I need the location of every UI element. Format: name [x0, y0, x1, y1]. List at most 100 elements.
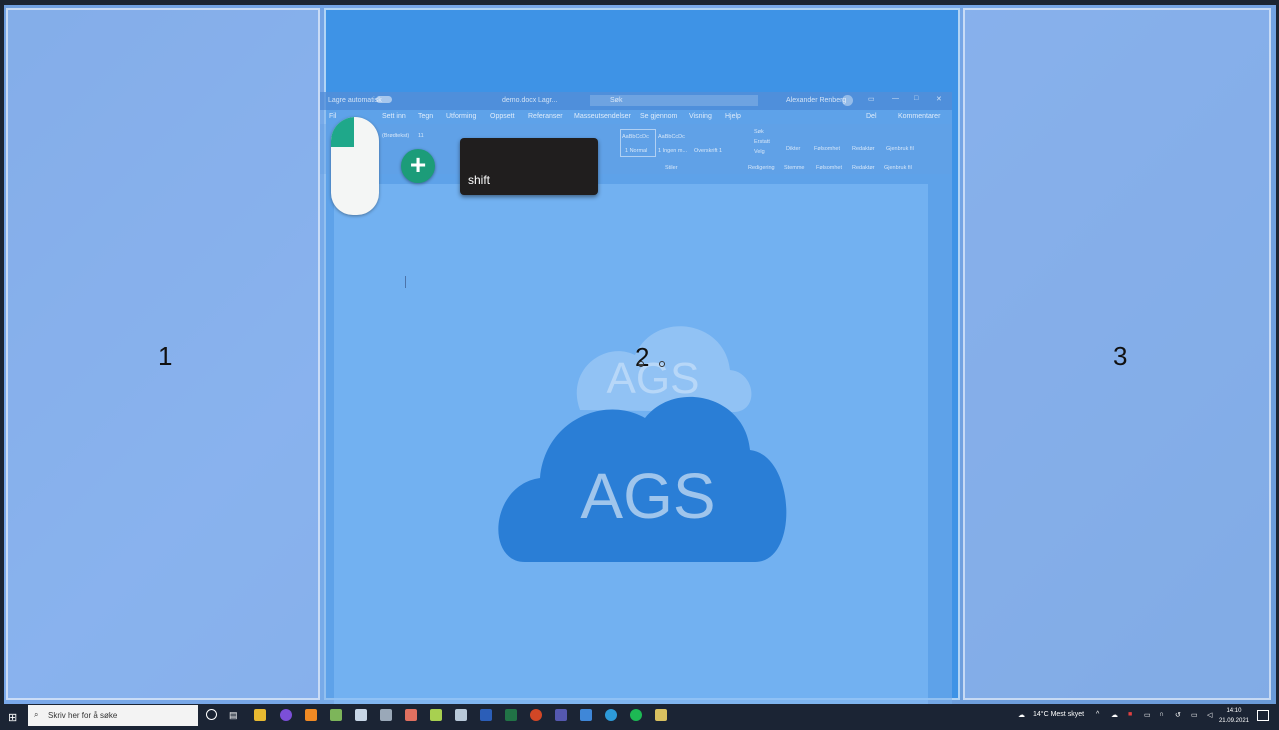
- windows-start-icon[interactable]: ⊞: [8, 711, 17, 724]
- network-icon[interactable]: ▭: [1191, 711, 1198, 719]
- group-editor-label: Redaktør: [852, 165, 875, 171]
- menu-design[interactable]: Utforming: [446, 113, 476, 120]
- app-grey-icon[interactable]: [380, 709, 392, 721]
- clock[interactable]: 14:10 21.09.2021: [1219, 706, 1249, 726]
- menu-draw[interactable]: Tegn: [418, 113, 433, 120]
- word-titlebar[interactable]: Lagre automatisk demo.docx Lagr... Søk A…: [320, 92, 952, 110]
- app-yellow-icon[interactable]: [655, 709, 667, 721]
- font-size-box[interactable]: 11: [418, 133, 424, 139]
- menu-layout[interactable]: Oppsett: [490, 113, 515, 120]
- zone-number-3: 3: [1113, 341, 1128, 371]
- app-silver-icon[interactable]: [455, 709, 467, 721]
- word-taskbar-icon[interactable]: [480, 709, 492, 721]
- menu-view[interactable]: Visning: [689, 113, 712, 120]
- app-lime-icon[interactable]: [430, 709, 442, 721]
- taskbar-search[interactable]: ⌕ Skriv her for å søke: [28, 705, 198, 726]
- edge-icon[interactable]: [605, 709, 617, 721]
- chevron-up-icon[interactable]: ^: [1096, 711, 1099, 718]
- zone-3[interactable]: 3: [963, 8, 1271, 700]
- tray-icon[interactable]: ↺: [1175, 711, 1181, 719]
- drag-handle-right[interactable]: [659, 361, 665, 367]
- zone-number-2: 2: [635, 342, 650, 372]
- autosave-label: Lagre automatisk: [328, 97, 382, 104]
- menu-help[interactable]: Hjelp: [725, 113, 741, 120]
- group-voice-label: Stemme: [784, 165, 805, 171]
- maximize-icon[interactable]: □: [914, 95, 918, 102]
- group-styles-label: Stiler: [665, 165, 678, 171]
- menu-references[interactable]: Referanser: [528, 113, 563, 120]
- key-indicator: shift: [460, 138, 598, 195]
- app-red-icon[interactable]: [405, 709, 417, 721]
- notification-icon[interactable]: [1257, 710, 1269, 721]
- select-button[interactable]: Velg: [754, 149, 765, 155]
- headset-icon[interactable]: ∩: [1159, 711, 1164, 718]
- taskbar-search-placeholder: Skriv her for å søke: [48, 711, 118, 720]
- taskbar: ⊞ ⌕ Skriv her for å søke ▤ ☁ 14°C Mest s…: [0, 704, 1279, 730]
- ags-logo: AGS AGS: [498, 326, 787, 562]
- tray-icon[interactable]: ▭: [1144, 711, 1151, 719]
- menu-insert[interactable]: Sett inn: [382, 113, 406, 120]
- app-green-icon[interactable]: [330, 709, 342, 721]
- key-label: shift: [468, 173, 491, 187]
- style-normal-sample: AaBbCcDc: [622, 134, 649, 140]
- share-button[interactable]: Del: [866, 113, 877, 120]
- find-button[interactable]: Søk: [754, 129, 764, 135]
- spotify-icon[interactable]: [630, 709, 642, 721]
- autosave-toggle[interactable]: [376, 96, 392, 103]
- close-icon[interactable]: ✕: [936, 95, 942, 103]
- cortana-icon[interactable]: [206, 709, 217, 720]
- style-nospacing-sample: AaBbCcDc: [658, 134, 685, 140]
- search-icon: ⌕: [34, 710, 39, 719]
- menu-file[interactable]: Fil: [329, 113, 336, 120]
- word-menu-bar: Fil Sett inn Tegn Utforming Oppsett Refe…: [320, 110, 952, 124]
- app-light-icon[interactable]: [355, 709, 367, 721]
- file-explorer-icon[interactable]: [254, 709, 266, 721]
- save-state: Lagr...: [538, 97, 558, 104]
- weather-text[interactable]: 14°C Mest skyet: [1033, 711, 1084, 718]
- app-tray-icon[interactable]: ■: [1128, 711, 1132, 718]
- user-name: Alexander Renberg: [786, 97, 847, 104]
- editor-button[interactable]: Redaktør: [852, 146, 875, 152]
- group-reuse-label: Gjenbruk fil: [884, 165, 912, 171]
- ribbon-display-icon[interactable]: ▭: [868, 95, 875, 103]
- teams-taskbar-icon[interactable]: [555, 709, 567, 721]
- style-heading1-label[interactable]: Overskrift 1: [694, 148, 722, 154]
- word-search-placeholder: Søk: [610, 97, 623, 104]
- menu-review[interactable]: Se gjennom: [640, 113, 677, 120]
- doc-title: demo.docx: [502, 97, 537, 104]
- clock-date: 21.09.2021: [1218, 718, 1249, 724]
- reuse-file-button[interactable]: Gjenbruk fil: [886, 146, 914, 152]
- onedrive-icon[interactable]: ☁: [1111, 711, 1118, 719]
- vlc-icon[interactable]: [305, 709, 317, 721]
- excel-taskbar-icon[interactable]: [505, 709, 517, 721]
- word-search-box[interactable]: Søk: [590, 95, 758, 106]
- menu-mailings[interactable]: Masseutsendelser: [574, 113, 631, 120]
- app-purple-icon[interactable]: [280, 709, 292, 721]
- clock-time: 14:10: [1226, 708, 1242, 714]
- minimize-icon[interactable]: —: [892, 95, 899, 102]
- drag-handle-left[interactable]: [638, 361, 644, 367]
- volume-icon[interactable]: ◁: [1207, 711, 1212, 719]
- app-blue-icon[interactable]: [580, 709, 592, 721]
- dictate-button[interactable]: Dikter: [786, 146, 800, 152]
- font-name-box[interactable]: (Brødtekst): [382, 133, 409, 139]
- group-editing-label: Redigering: [748, 165, 775, 171]
- style-nospacing-label[interactable]: 1 Ingen m...: [658, 148, 687, 154]
- zone-1[interactable]: 1: [6, 8, 320, 700]
- screen-top-border: [0, 0, 1279, 5]
- group-sensitivity-label: Følsomhet: [816, 165, 842, 171]
- mouse-click-indicator: [331, 117, 379, 215]
- task-view-icon[interactable]: ▤: [229, 710, 238, 721]
- replace-button[interactable]: Erstatt: [754, 139, 770, 145]
- weather-icon[interactable]: ☁: [1018, 711, 1025, 719]
- powerpoint-taskbar-icon[interactable]: [530, 709, 542, 721]
- style-normal-label: 1 Normal: [625, 148, 648, 154]
- comments-button[interactable]: Kommentarer: [898, 113, 940, 120]
- zone-number-1: 1: [158, 341, 173, 371]
- screen-left-border: [0, 0, 4, 704]
- avatar[interactable]: [842, 95, 853, 106]
- logo-text-top: AGS: [607, 354, 700, 403]
- sensitivity-button[interactable]: Følsomhet: [814, 146, 840, 152]
- text-cursor: [405, 276, 406, 288]
- plus-icon: +: [401, 149, 435, 183]
